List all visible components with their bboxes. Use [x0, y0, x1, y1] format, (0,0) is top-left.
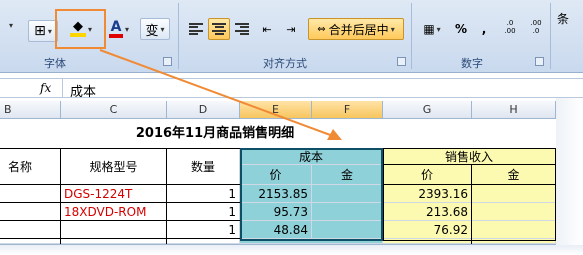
decrease-indent-button[interactable]: ⇤	[257, 18, 277, 40]
decrease-indent-icon: ⇤	[262, 22, 272, 36]
divider	[62, 79, 63, 98]
table-cell-name[interactable]	[0, 203, 61, 221]
font-color-icon: A	[108, 20, 123, 38]
column-header-b[interactable]: B	[0, 101, 61, 119]
table-cell-spec[interactable]: DGS-1224T	[61, 185, 167, 203]
number-dialog-launcher[interactable]	[535, 57, 544, 66]
formula-bar: fx 成本	[0, 78, 583, 100]
window-bottom-edge	[0, 244, 583, 255]
table-cell-spec[interactable]: 18XDVD-ROM	[61, 203, 167, 221]
fill-color-highlight-box	[55, 9, 106, 49]
percent-icon: %	[454, 22, 468, 36]
table-cell-cost-price[interactable]: 95.73	[240, 203, 312, 221]
table-cell-name[interactable]	[0, 221, 61, 239]
font-size-dropdown-arrow[interactable]: ▾	[2, 14, 18, 36]
table-border	[0, 184, 240, 185]
align-center-button[interactable]	[208, 18, 230, 40]
table-border	[0, 220, 240, 221]
table-cell-sales-price[interactable]: 2393.16	[383, 185, 472, 203]
group-label-number: 数字	[461, 57, 483, 70]
table-border	[60, 148, 61, 244]
table-cell-sales-amount[interactable]	[472, 221, 556, 239]
borders-icon: ⊞	[34, 23, 46, 39]
table-cell-sales-price[interactable]: 76.92	[383, 221, 472, 239]
align-right-button[interactable]	[231, 18, 253, 40]
column-header-f[interactable]: F	[312, 101, 383, 119]
align-left-button[interactable]	[185, 18, 207, 40]
table-border	[0, 202, 240, 203]
increase-indent-button[interactable]: ⇥	[281, 18, 301, 40]
font-dialog-launcher[interactable]	[163, 57, 172, 66]
formula-content[interactable]: 成本	[70, 81, 96, 100]
column-header-d[interactable]: D	[167, 101, 240, 119]
comma-style-button[interactable]: ,	[474, 18, 494, 40]
table-cell-sales-amount[interactable]	[472, 185, 556, 203]
table-cell-cost-price[interactable]: 2153.85	[240, 185, 312, 203]
table-border	[0, 148, 240, 149]
merge-center-button[interactable]: ⇔ 合并后居中 ▾	[308, 18, 404, 40]
table-cell-name[interactable]	[0, 185, 61, 203]
table-cell-cost-amount[interactable]	[312, 185, 383, 203]
divider	[550, 3, 551, 69]
percent-style-button[interactable]: %	[451, 18, 471, 40]
table-border	[383, 164, 556, 165]
align-right-icon	[235, 23, 249, 35]
increase-decimal-icon: .0 .00	[504, 19, 516, 35]
column-header-g[interactable]: G	[383, 101, 472, 119]
table-border	[383, 184, 556, 185]
currency-icon: ▦	[423, 22, 435, 36]
font-color-button[interactable]: A ▾	[104, 18, 134, 40]
phonetic-guide-button[interactable]: 变 ▾	[140, 18, 170, 40]
merge-icon: ⇔	[317, 23, 326, 35]
alignment-dialog-launcher[interactable]	[397, 57, 406, 66]
table-cell-qty[interactable]: 1	[167, 221, 240, 239]
comma-icon: ,	[481, 22, 487, 36]
table-cell-cost-amount[interactable]	[312, 221, 383, 239]
table-cell-spec[interactable]	[61, 221, 167, 239]
header-cost-amount[interactable]: 金	[312, 165, 383, 185]
table-border	[0, 238, 240, 239]
group-label-alignment: 对齐方式	[263, 57, 307, 70]
header-cost[interactable]: 成本	[240, 148, 383, 165]
align-left-icon	[189, 23, 203, 35]
increase-decimal-button[interactable]: .0 .00	[498, 16, 522, 38]
group-label-font: 字体	[44, 57, 66, 70]
divider	[411, 3, 412, 69]
decrease-decimal-button[interactable]: .00 .0	[524, 16, 548, 38]
merge-center-label: 合并后居中	[328, 22, 389, 37]
align-center-icon	[212, 23, 226, 35]
sheet-title[interactable]: 2016年11月商品销售明细	[60, 122, 370, 141]
table-cell-sales-amount[interactable]	[472, 203, 556, 221]
table-cell-cost-amount[interactable]	[312, 203, 383, 221]
fx-icon[interactable]: fx	[40, 81, 51, 95]
header-sales-amount[interactable]: 金	[472, 165, 556, 185]
column-header-e[interactable]: E	[240, 101, 312, 119]
accounting-format-button[interactable]: ▦ ▾	[416, 18, 448, 40]
header-spec[interactable]: 规格型号	[61, 148, 167, 185]
divider	[178, 3, 179, 69]
ribbon: ▾ ⊞▾ ◆ ▾ A ▾ 变▾ 字体 ⇤ ⇥ ⇔ 合并后居中 ▾ 对齐方式	[0, 0, 583, 73]
header-cost-price[interactable]: 价	[240, 165, 312, 185]
column-header-c[interactable]: C	[61, 101, 167, 119]
header-sales[interactable]: 销售收入	[383, 148, 556, 165]
header-qty[interactable]: 数量	[167, 148, 240, 185]
table-cell-qty[interactable]: 1	[167, 203, 240, 221]
header-sales-price[interactable]: 价	[383, 165, 472, 185]
decrease-decimal-icon: .00 .0	[530, 19, 542, 35]
table-cell-qty[interactable]: 1	[167, 185, 240, 203]
table-cell-sales-price[interactable]: 213.68	[383, 203, 472, 221]
table-border	[166, 148, 167, 244]
borders-button[interactable]: ⊞ ▾	[28, 20, 58, 42]
styles-group-partial: 条	[557, 12, 570, 26]
column-header-h[interactable]: H	[472, 101, 556, 119]
increase-indent-icon: ⇥	[286, 22, 296, 36]
table-cell-cost-price[interactable]: 48.84	[240, 221, 312, 239]
table-border	[471, 165, 472, 244]
window-right-edge	[556, 98, 583, 245]
phonetic-icon: 变	[145, 23, 159, 39]
header-name[interactable]: 名称	[0, 148, 61, 185]
